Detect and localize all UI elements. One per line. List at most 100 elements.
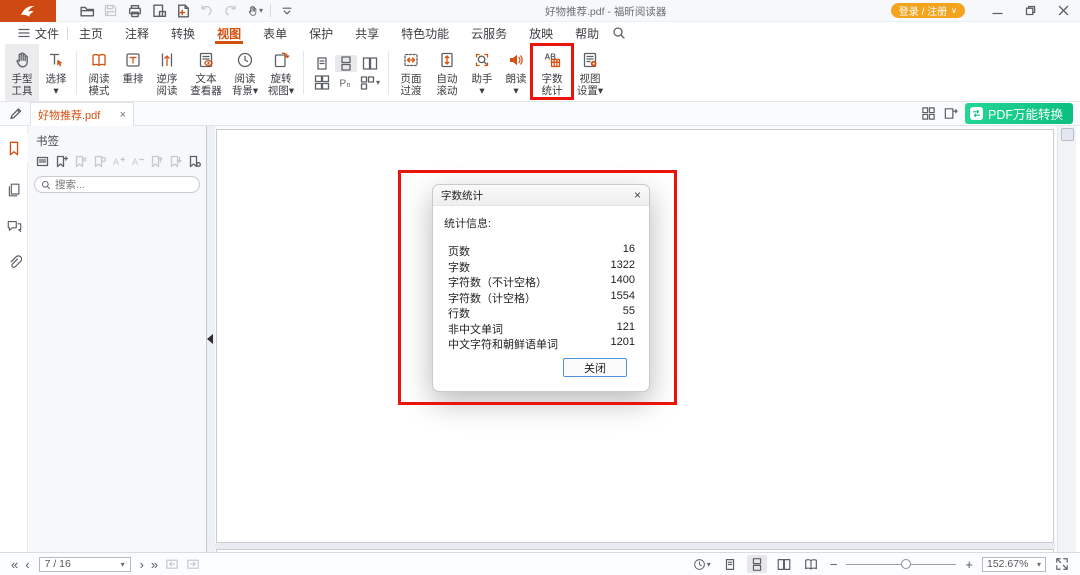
dialog-title: 字数统计 bbox=[441, 188, 483, 203]
layout-facing-continuous-button[interactable] bbox=[311, 74, 333, 91]
sidebar-tab-bookmarks[interactable] bbox=[0, 134, 28, 162]
zoom-slider-thumb[interactable] bbox=[901, 559, 911, 569]
ribbon-assistant-button[interactable]: 助手 ▾ bbox=[466, 44, 498, 101]
ribbon-select-button[interactable]: 选择 ▾ bbox=[41, 44, 71, 101]
continuous-page-button[interactable] bbox=[747, 555, 767, 573]
ribbon-view-settings-button[interactable]: 视图 设置▾ bbox=[572, 44, 608, 101]
page-indicator-value: 7 / 16 bbox=[45, 558, 117, 570]
switch-page-icon[interactable] bbox=[943, 106, 958, 121]
page-number-input[interactable]: 7 / 16 ▾ bbox=[39, 557, 131, 572]
stat-label: 字符数（计空格） bbox=[448, 290, 536, 306]
reverse-reading-icon bbox=[157, 50, 177, 70]
pdf-convert-button[interactable]: PDF万能转换 bbox=[965, 103, 1073, 124]
reflow-icon bbox=[123, 50, 143, 70]
ribbon-hand-tool-button[interactable]: 手型 工具 bbox=[5, 44, 39, 101]
ribbon-read-aloud-button[interactable]: 朗读 ▾ bbox=[500, 44, 532, 101]
create-pdf-icon[interactable] bbox=[174, 2, 191, 19]
expand-bookmarks-icon[interactable]: A bbox=[112, 155, 125, 168]
menu-tab-comment[interactable]: 注释 bbox=[114, 22, 160, 44]
bookmark-search-input[interactable] bbox=[55, 179, 193, 191]
menu-tab-form[interactable]: 表单 bbox=[252, 22, 298, 44]
stat-label: 字符数（不计空格） bbox=[448, 274, 547, 290]
layout-continuous-button[interactable] bbox=[335, 55, 357, 72]
vertical-scrollbar[interactable] bbox=[1057, 126, 1076, 552]
layout-single-page-button[interactable] bbox=[311, 55, 333, 72]
scrollbar-thumb[interactable] bbox=[1061, 128, 1074, 141]
hand-tool-quick-icon[interactable]: ▾ bbox=[246, 2, 263, 19]
search-icon[interactable] bbox=[612, 26, 626, 40]
ribbon-page-transition-button[interactable]: 页面 过渡 bbox=[394, 44, 428, 101]
add-bookmark-icon[interactable] bbox=[55, 155, 68, 168]
sidebar-tab-comments[interactable] bbox=[0, 212, 28, 240]
promote-bookmark-icon[interactable] bbox=[150, 155, 163, 168]
facing-page-button[interactable] bbox=[774, 555, 794, 573]
sidebar-collapse-handle[interactable] bbox=[202, 334, 213, 344]
ribbon-rotate-view-button[interactable]: 旋转 视图▾ bbox=[264, 44, 298, 101]
print-icon[interactable] bbox=[126, 2, 143, 19]
previous-view-button[interactable] bbox=[163, 555, 181, 573]
menu-tab-features[interactable]: 特色功能 bbox=[390, 22, 460, 44]
ribbon-reflow-button[interactable]: 重排 bbox=[118, 44, 148, 101]
redo-icon[interactable] bbox=[222, 2, 239, 19]
zoom-out-button[interactable]: − bbox=[828, 558, 840, 571]
menu-tab-cloud[interactable]: 云服务 bbox=[460, 22, 518, 44]
minimize-button[interactable] bbox=[983, 1, 1012, 21]
save-icon[interactable] bbox=[102, 2, 119, 19]
next-view-button[interactable] bbox=[184, 555, 202, 573]
prev-page-button[interactable]: ‹ bbox=[23, 558, 31, 571]
bookmark-settings-icon[interactable] bbox=[188, 155, 201, 168]
bookmark-search-box[interactable] bbox=[34, 176, 200, 193]
ribbon-reading-background-button[interactable]: 阅读 背景▾ bbox=[228, 44, 262, 101]
first-page-button[interactable]: « bbox=[9, 558, 20, 571]
dialog-close-icon[interactable]: × bbox=[634, 189, 641, 201]
restore-button[interactable] bbox=[1016, 1, 1045, 21]
file-menu-button[interactable]: 文件 bbox=[10, 22, 67, 44]
sidebar-tab-pages[interactable] bbox=[0, 176, 28, 204]
reading-background-button[interactable]: ▾ bbox=[690, 555, 713, 573]
layout-separate-cover-button[interactable]: Pn bbox=[335, 74, 357, 91]
export-icon[interactable] bbox=[150, 2, 167, 19]
close-button[interactable]: 关闭 bbox=[563, 358, 627, 377]
close-button[interactable] bbox=[1049, 1, 1078, 21]
book-view-button[interactable] bbox=[801, 555, 821, 573]
tab-close-icon[interactable]: × bbox=[120, 109, 126, 121]
ribbon-text-viewer-button[interactable]: 文本 查看器 bbox=[186, 44, 226, 101]
grid-view-icon[interactable] bbox=[921, 106, 936, 121]
menu-tab-help[interactable]: 帮助 bbox=[564, 22, 610, 44]
fullscreen-button[interactable] bbox=[1053, 555, 1071, 573]
last-page-button[interactable]: » bbox=[149, 558, 160, 571]
layout-split-view-button[interactable]: ▾ bbox=[359, 74, 381, 91]
ribbon-word-count-button[interactable]: AB 字数 统计 bbox=[534, 44, 570, 101]
zoom-slider[interactable] bbox=[846, 557, 956, 571]
menu-tab-home[interactable]: 主页 bbox=[68, 22, 114, 44]
single-page-button[interactable] bbox=[720, 555, 740, 573]
delete-bookmark-icon[interactable] bbox=[74, 155, 87, 168]
login-register-button[interactable]: 登录 / 注册 ∨ bbox=[891, 3, 965, 18]
file-menu-label: 文件 bbox=[35, 25, 59, 42]
ribbon-reverse-reading-button[interactable]: 逆序 阅读 bbox=[150, 44, 184, 101]
next-page-button[interactable]: › bbox=[138, 558, 146, 571]
layout-facing-button[interactable] bbox=[359, 55, 381, 72]
zoom-in-button[interactable]: + bbox=[963, 558, 975, 571]
customize-toolbar-icon[interactable] bbox=[278, 2, 295, 19]
stat-value: 16 bbox=[623, 243, 635, 259]
undo-icon[interactable] bbox=[198, 2, 215, 19]
bookmark-panel-menu-icon[interactable] bbox=[36, 155, 49, 168]
demote-bookmark-icon[interactable] bbox=[169, 155, 182, 168]
open-file-icon[interactable] bbox=[78, 2, 95, 19]
menu-tab-present[interactable]: 放映 bbox=[518, 22, 564, 44]
document-tab[interactable]: 好物推荐.pdf × bbox=[30, 102, 134, 126]
collapse-bookmarks-icon[interactable]: A bbox=[131, 155, 144, 168]
menu-tab-view[interactable]: 视图 bbox=[206, 22, 252, 44]
ribbon-auto-scroll-button[interactable]: 自动 滚动 bbox=[430, 44, 464, 101]
locate-bookmark-icon[interactable] bbox=[93, 155, 106, 168]
menu-tab-protect[interactable]: 保护 bbox=[298, 22, 344, 44]
ribbon-read-mode-button[interactable]: 阅读 模式 bbox=[82, 44, 116, 101]
menu-tab-convert[interactable]: 转换 bbox=[160, 22, 206, 44]
sidebar-tab-attachments[interactable] bbox=[0, 248, 28, 276]
zoom-level-input[interactable]: 152.67% ▾ bbox=[982, 557, 1046, 572]
menu-tab-share[interactable]: 共享 bbox=[344, 22, 390, 44]
app-logo[interactable] bbox=[0, 0, 56, 22]
pencil-icon[interactable] bbox=[8, 106, 23, 121]
dialog-title-bar[interactable]: 字数统计 × bbox=[433, 185, 649, 206]
